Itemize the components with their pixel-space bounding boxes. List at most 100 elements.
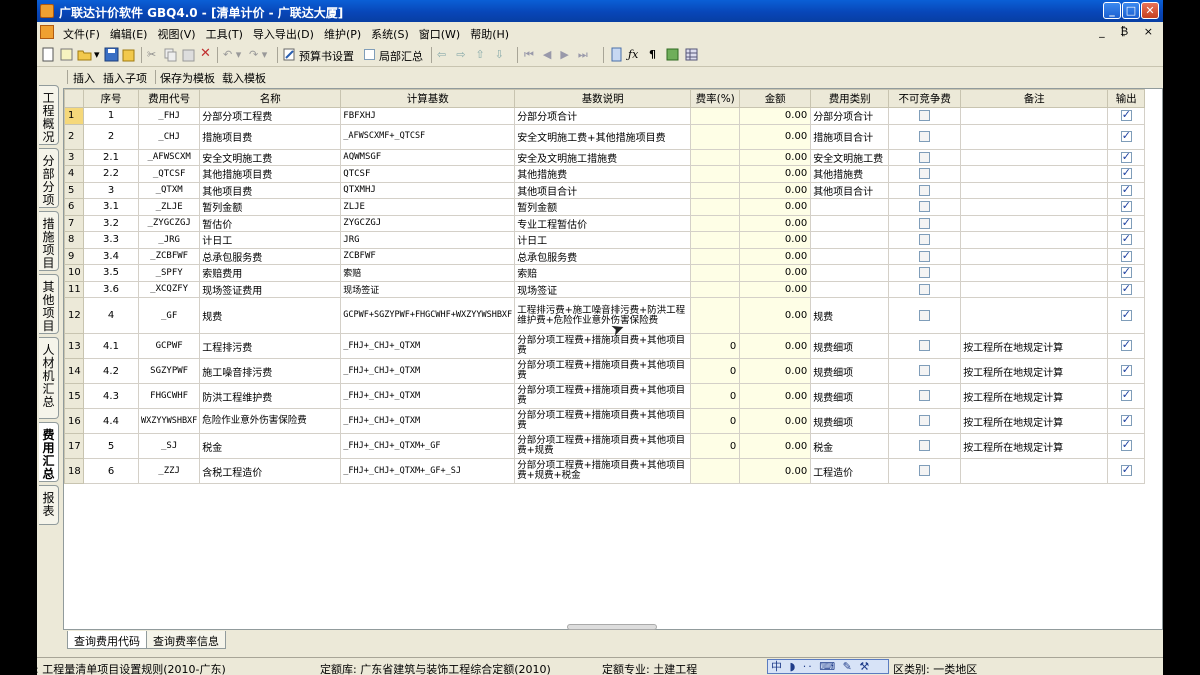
output-cell[interactable] <box>1107 358 1146 384</box>
column-header[interactable]: 名称 <box>199 89 342 108</box>
cell-rate[interactable] <box>690 458 741 484</box>
minimize-button[interactable]: _ <box>1103 2 1121 19</box>
table-row[interactable]: 4 2.2 _QTCSF 其他措施项目费 QTCSF 其他措施费 0.00 其他措施费 <box>64 165 1146 183</box>
output-checkbox[interactable] <box>1120 308 1132 321</box>
cell-cat[interactable]: 分部分项合计 <box>810 107 890 125</box>
cell-seq[interactable]: 4.4 <box>83 408 139 434</box>
menu-item[interactable]: 编辑(E) <box>105 26 153 42</box>
output-cell[interactable] <box>1107 264 1146 282</box>
cell-amount[interactable]: 0.00 <box>739 148 812 166</box>
maximize-button[interactable]: □ <box>1122 2 1140 19</box>
cell-seq[interactable]: 3.5 <box>83 264 139 282</box>
cell-seq[interactable]: 4.3 <box>83 383 139 409</box>
color-box-icon[interactable] <box>665 47 680 62</box>
mdi-window-controls[interactable]: _ ₿ × <box>1099 25 1159 38</box>
cell-base[interactable]: ZLJE <box>340 198 516 216</box>
cell-desc[interactable]: 分部分项工程费+措施项目费+其他项目费 <box>514 333 692 359</box>
non-competitive-cell[interactable] <box>888 433 962 459</box>
cell-note[interactable]: 按工程所在地规定计算 <box>960 358 1109 384</box>
table-row[interactable]: 17 5 _SJ 税金 _FHJ+_CHJ+_QTXM+_GF 分部分项工程费+措施项目费… <box>64 433 1146 459</box>
cell-code[interactable]: _CHJ <box>137 123 201 150</box>
menu-item[interactable]: 帮助(H) <box>465 26 514 42</box>
cut-icon[interactable]: ✂ <box>147 48 156 61</box>
side-tab[interactable]: 报 表 <box>39 485 59 525</box>
cell-amount[interactable]: 0.00 <box>739 358 812 384</box>
cell-cat[interactable]: 措施项目合计 <box>810 123 890 150</box>
cell-seq[interactable]: 3.1 <box>83 198 139 216</box>
cell-desc[interactable]: 暂列金额 <box>514 198 692 216</box>
table-row[interactable]: 11 3.6 _XCQZFY 现场签证费用 现场签证 现场签证 0.00 <box>64 280 1146 298</box>
cell-name[interactable]: 含税工程造价 <box>199 458 342 484</box>
cell-code[interactable]: _ZLJE <box>137 198 201 216</box>
cell-rate[interactable] <box>690 148 741 166</box>
cell-amount[interactable]: 0.00 <box>739 123 812 150</box>
save-all-icon[interactable] <box>122 47 137 62</box>
cell-cat[interactable] <box>810 214 890 232</box>
output-cell[interactable] <box>1107 247 1146 265</box>
cell-code[interactable]: _FHJ <box>137 107 201 125</box>
cell-rate[interactable] <box>690 297 741 334</box>
cell-code[interactable]: FHGCWHF <box>137 383 201 409</box>
cell-desc[interactable]: 安全文明施工费+其他措施项目费 <box>514 123 692 150</box>
menu-item[interactable]: 系统(S) <box>366 26 414 42</box>
cell-code[interactable]: _SPFY <box>137 264 201 282</box>
cell-seq[interactable]: 3.3 <box>83 231 139 249</box>
cell-name[interactable]: 分部分项工程费 <box>199 107 342 125</box>
delete-icon[interactable]: ✕ <box>200 46 211 61</box>
cell-note[interactable]: 按工程所在地规定计算 <box>960 333 1109 359</box>
close-button[interactable]: ✕ <box>1141 2 1159 19</box>
tab-query-rate-info[interactable]: 查询费率信息 <box>146 631 226 649</box>
cell-note[interactable] <box>960 297 1109 334</box>
cell-code[interactable]: SGZYPWF <box>137 358 201 384</box>
cell-code[interactable]: _ZYGCZGJ <box>137 214 201 232</box>
cell-amount[interactable]: 0.00 <box>739 231 812 249</box>
cell-amount[interactable]: 0.00 <box>739 247 812 265</box>
output-cell[interactable] <box>1107 123 1146 150</box>
document-icon[interactable] <box>40 25 54 39</box>
cell-note[interactable] <box>960 214 1109 232</box>
menu-item[interactable]: 视图(V) <box>152 26 200 42</box>
cell-base[interactable]: ZCBFWF <box>340 247 516 265</box>
non-competitive-cell[interactable] <box>888 231 962 249</box>
output-checkbox[interactable] <box>1120 282 1132 295</box>
insert-button[interactable]: 插入 <box>73 70 95 86</box>
non-competitive-checkbox[interactable] <box>919 184 931 196</box>
column-header[interactable]: 序号 <box>83 89 139 108</box>
output-cell[interactable] <box>1107 333 1146 359</box>
cell-name[interactable]: 索赔费用 <box>199 264 342 282</box>
non-competitive-checkbox[interactable] <box>919 440 931 452</box>
cell-seq[interactable]: 3 <box>83 181 139 199</box>
menu-item[interactable]: 维护(P) <box>319 26 366 42</box>
cell-seq[interactable]: 4.1 <box>83 333 139 359</box>
cell-name[interactable]: 总承包服务费 <box>199 247 342 265</box>
side-tab[interactable]: 费 用 汇 总 <box>39 422 59 482</box>
cell-note[interactable] <box>960 458 1109 484</box>
non-competitive-cell[interactable] <box>888 297 962 334</box>
cell-desc[interactable]: 分部分项工程费+措施项目费+其他项目费 <box>514 408 692 434</box>
cell-desc[interactable]: 分部分项工程费+措施项目费+其他项目费+规费 <box>514 433 692 459</box>
cell-amount[interactable]: 0.00 <box>739 214 812 232</box>
cell-base[interactable]: GCPWF+SGZYPWF+FHGCWHF+WXZYYWSHBXF <box>340 297 516 334</box>
non-competitive-cell[interactable] <box>888 358 962 384</box>
cell-base[interactable]: _AFWSCXMF+_QTCSF <box>340 123 516 150</box>
table-row[interactable]: 2 2 _CHJ 措施项目费 _AFWSCXMF+_QTCSF 安全文明施工费+其他措施项… <box>64 123 1146 150</box>
menu-item[interactable]: 文件(F) <box>58 26 105 42</box>
cell-seq[interactable]: 6 <box>83 458 139 484</box>
non-competitive-checkbox[interactable] <box>919 309 931 321</box>
cell-note[interactable] <box>960 247 1109 265</box>
navigation-arrows-icon[interactable]: ⏮◀▶⏭ <box>524 48 597 62</box>
menu-item[interactable]: 导入导出(D) <box>248 26 319 42</box>
cell-note[interactable] <box>960 198 1109 216</box>
cell-seq[interactable]: 3.4 <box>83 247 139 265</box>
cell-base[interactable]: 索赔 <box>340 264 516 282</box>
output-checkbox[interactable] <box>1120 265 1132 278</box>
cell-note[interactable] <box>960 280 1109 298</box>
cell-seq[interactable]: 2.1 <box>83 148 139 166</box>
cell-base[interactable]: _FHJ+_CHJ+_QTXM+_GF+_SJ <box>340 458 516 484</box>
output-checkbox[interactable] <box>1120 463 1132 477</box>
cell-desc[interactable]: 分部分项合计 <box>514 107 692 125</box>
non-competitive-cell[interactable] <box>888 214 962 232</box>
output-cell[interactable] <box>1107 433 1146 459</box>
cell-amount[interactable]: 0.00 <box>739 107 812 125</box>
cell-rate[interactable]: 0 <box>690 358 741 384</box>
